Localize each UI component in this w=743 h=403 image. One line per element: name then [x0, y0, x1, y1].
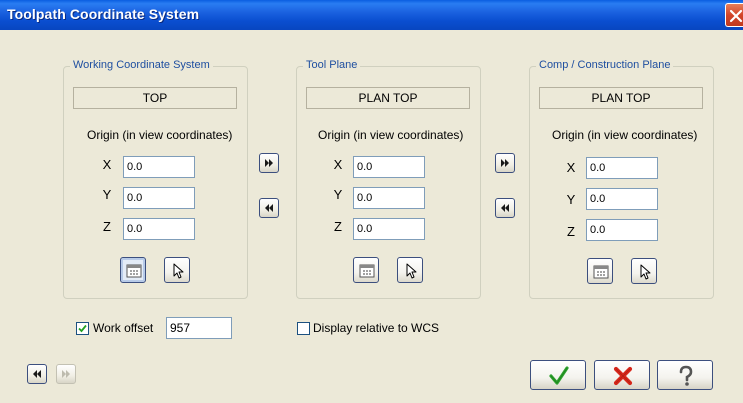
window-title: Toolpath Coordinate System	[7, 6, 200, 22]
wcs-legend: Working Coordinate System	[70, 59, 213, 71]
comp-plane-y-input[interactable]	[586, 188, 658, 210]
copy-wcs-to-tool-plane-button[interactable]	[259, 153, 279, 173]
dialog-window: Toolpath Coordinate System Working Coord…	[0, 0, 743, 403]
display-relative-checkbox[interactable]	[297, 322, 310, 335]
cursor-icon	[406, 263, 417, 279]
next-button[interactable]	[56, 364, 76, 384]
cursor-icon	[640, 264, 651, 280]
tool-plane-y-label: Y	[333, 187, 343, 202]
wcs-z-input[interactable]	[123, 218, 195, 240]
title-bar[interactable]: Toolpath Coordinate System	[0, 0, 743, 30]
double-right-arrow-icon	[501, 159, 509, 167]
checkmark-icon	[78, 324, 87, 333]
view-manager-icon	[359, 264, 375, 278]
wcs-z-label: Z	[103, 219, 111, 234]
comp-plane-origin-label: Origin (in view coordinates)	[552, 128, 698, 142]
double-left-arrow-icon	[265, 204, 273, 212]
comp-plane-y-label: Y	[566, 192, 576, 207]
copy-tool-plane-to-comp-plane-button[interactable]	[495, 153, 515, 173]
comp-plane-z-label: Z	[567, 224, 575, 239]
wcs-x-label: X	[102, 157, 112, 172]
close-icon	[729, 9, 743, 23]
tool-plane-z-label: Z	[334, 219, 342, 234]
comp-plane-z-input[interactable]	[586, 219, 658, 241]
work-offset-input[interactable]	[166, 317, 232, 339]
close-button[interactable]	[725, 3, 743, 27]
question-icon	[679, 365, 693, 386]
tool-plane-select-button[interactable]	[397, 257, 423, 283]
tool-plane-name: PLAN TOP	[306, 87, 470, 109]
display-relative-label: Display relative to WCS	[313, 321, 440, 335]
double-right-arrow-icon	[265, 159, 273, 167]
comp-plane-name: PLAN TOP	[539, 87, 703, 109]
help-button[interactable]	[657, 360, 713, 390]
wcs-view-manager-button[interactable]	[120, 257, 146, 283]
wcs-y-label: Y	[102, 187, 112, 202]
checkmark-icon	[549, 366, 569, 385]
comp-plane-x-input[interactable]	[586, 157, 658, 179]
wcs-y-input[interactable]	[123, 187, 195, 209]
comp-plane-legend: Comp / Construction Plane	[536, 59, 674, 71]
view-manager-icon	[593, 265, 609, 279]
ok-button[interactable]	[530, 360, 586, 390]
wcs-select-button[interactable]	[164, 257, 190, 283]
previous-button[interactable]	[27, 364, 47, 384]
copy-comp-plane-to-tool-plane-button[interactable]	[495, 198, 515, 218]
comp-plane-view-manager-button[interactable]	[587, 258, 613, 284]
double-left-arrow-icon	[33, 370, 41, 378]
tool-plane-z-input[interactable]	[353, 218, 425, 240]
double-left-arrow-icon	[501, 204, 509, 212]
wcs-origin-label: Origin (in view coordinates)	[87, 128, 233, 142]
tool-plane-y-input[interactable]	[353, 187, 425, 209]
cursor-icon	[173, 263, 184, 279]
work-offset-label: Work offset	[93, 321, 154, 335]
tool-plane-view-manager-button[interactable]	[353, 257, 379, 283]
double-right-arrow-icon	[62, 370, 70, 378]
tool-plane-legend: Tool Plane	[303, 59, 361, 71]
tool-plane-x-label: X	[333, 157, 343, 172]
comp-plane-select-button[interactable]	[631, 258, 657, 284]
tool-plane-x-input[interactable]	[353, 156, 425, 178]
comp-plane-x-label: X	[566, 160, 576, 175]
wcs-plane-name: TOP	[73, 87, 237, 109]
wcs-x-input[interactable]	[123, 156, 195, 178]
x-icon	[613, 366, 633, 386]
work-offset-checkbox[interactable]	[76, 322, 89, 335]
copy-tool-plane-to-wcs-button[interactable]	[259, 198, 279, 218]
view-manager-icon	[126, 264, 142, 278]
cancel-button[interactable]	[594, 360, 650, 390]
tool-plane-origin-label: Origin (in view coordinates)	[318, 128, 464, 142]
